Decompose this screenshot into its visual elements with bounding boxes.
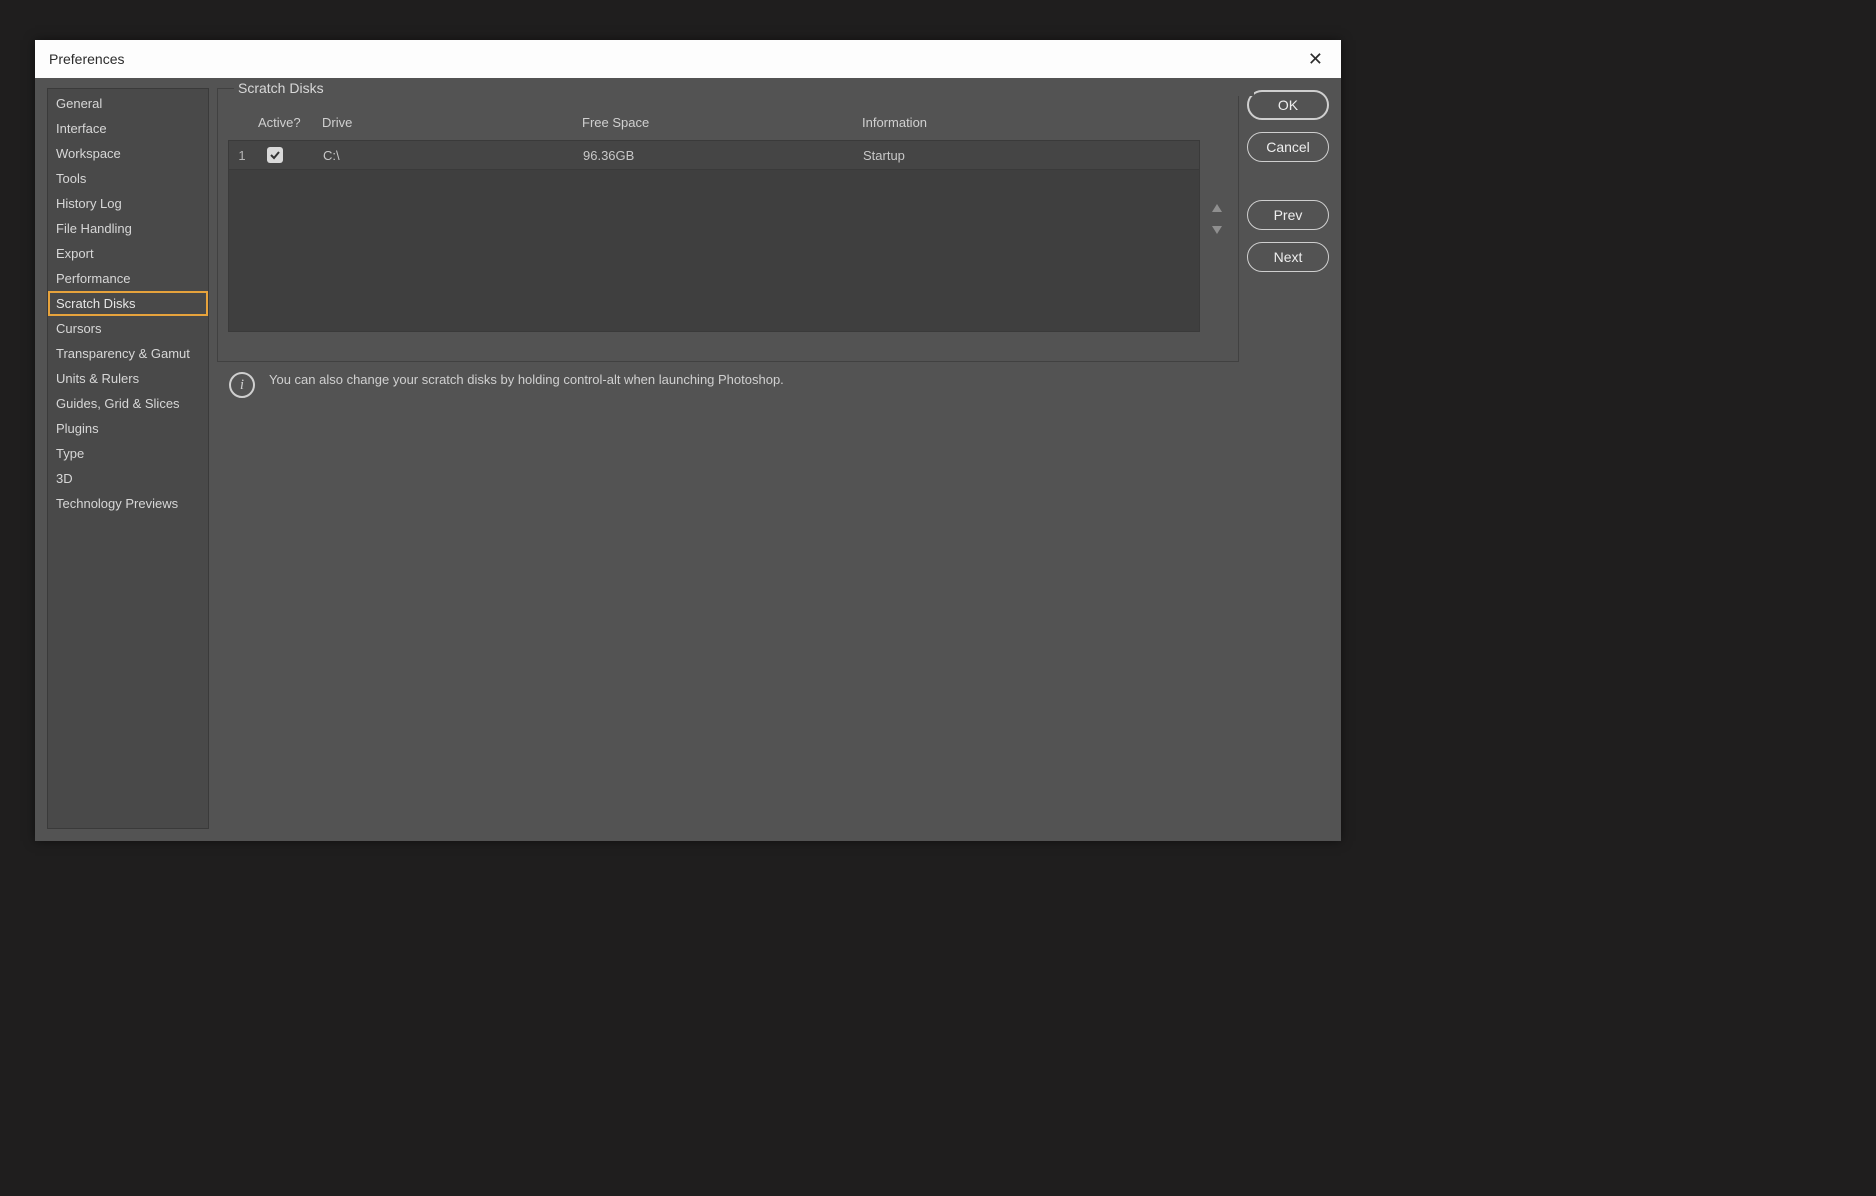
checkmark-icon xyxy=(269,149,281,161)
hint-row: i You can also change your scratch disks… xyxy=(217,362,1239,406)
sidebar-item-workspace[interactable]: Workspace xyxy=(48,141,208,166)
fieldset-legend: Scratch Disks xyxy=(234,80,1254,96)
preferences-dialog: Preferences ✕ General Interface Workspac… xyxy=(35,40,1341,841)
active-checkbox[interactable] xyxy=(267,147,283,163)
col-info-header: Information xyxy=(862,115,1200,130)
sidebar-item-interface[interactable]: Interface xyxy=(48,116,208,141)
hint-text: You can also change your scratch disks b… xyxy=(269,370,784,390)
sidebar-item-file-handling[interactable]: File Handling xyxy=(48,216,208,241)
close-icon[interactable]: ✕ xyxy=(1302,45,1329,74)
preferences-sidebar: General Interface Workspace Tools Histor… xyxy=(47,88,209,829)
col-active-header: Active? xyxy=(254,115,322,130)
row-number: 1 xyxy=(229,148,255,163)
sidebar-item-cursors[interactable]: Cursors xyxy=(48,316,208,341)
col-free-header: Free Space xyxy=(582,115,862,130)
sidebar-item-general[interactable]: General xyxy=(48,91,208,116)
info-icon: i xyxy=(229,372,255,398)
main-area: Scratch Disks Active? Drive Free Space I… xyxy=(217,88,1329,829)
sidebar-item-technology-previews[interactable]: Technology Previews xyxy=(48,491,208,516)
next-button[interactable]: Next xyxy=(1247,242,1329,272)
row-information: Startup xyxy=(863,148,1199,163)
sidebar-item-history-log[interactable]: History Log xyxy=(48,191,208,216)
sidebar-item-transparency-gamut[interactable]: Transparency & Gamut xyxy=(48,341,208,366)
sidebar-item-guides-grid-slices[interactable]: Guides, Grid & Slices xyxy=(48,391,208,416)
ok-button[interactable]: OK xyxy=(1247,90,1329,120)
col-drive-header: Drive xyxy=(322,115,582,130)
reorder-controls xyxy=(1206,105,1228,332)
sidebar-item-plugins[interactable]: Plugins xyxy=(48,416,208,441)
row-free-space: 96.36GB xyxy=(583,148,863,163)
move-down-icon[interactable] xyxy=(1211,225,1223,235)
move-up-icon[interactable] xyxy=(1211,203,1223,213)
cancel-button[interactable]: Cancel xyxy=(1247,132,1329,162)
dialog-title: Preferences xyxy=(49,51,124,67)
sidebar-item-type[interactable]: Type xyxy=(48,441,208,466)
sidebar-item-units-rulers[interactable]: Units & Rulers xyxy=(48,366,208,391)
table-row[interactable]: 1 C:\ 96.36GB Startup xyxy=(228,140,1200,170)
scratch-disks-fieldset: Scratch Disks Active? Drive Free Space I… xyxy=(217,88,1239,362)
scratch-disk-table: Active? Drive Free Space Information 1 xyxy=(228,105,1200,332)
sidebar-item-export[interactable]: Export xyxy=(48,241,208,266)
dialog-body: General Interface Workspace Tools Histor… xyxy=(35,78,1341,841)
titlebar: Preferences ✕ xyxy=(35,40,1341,78)
sidebar-item-scratch-disks[interactable]: Scratch Disks xyxy=(48,291,208,316)
panel-area: Scratch Disks Active? Drive Free Space I… xyxy=(217,88,1239,829)
sidebar-item-3d[interactable]: 3D xyxy=(48,466,208,491)
sidebar-item-performance[interactable]: Performance xyxy=(48,266,208,291)
dialog-buttons: OK Cancel Prev Next xyxy=(1247,88,1329,829)
table-empty-area xyxy=(228,170,1200,332)
row-drive: C:\ xyxy=(323,148,583,163)
prev-button[interactable]: Prev xyxy=(1247,200,1329,230)
sidebar-item-tools[interactable]: Tools xyxy=(48,166,208,191)
table-header: Active? Drive Free Space Information xyxy=(228,105,1200,140)
